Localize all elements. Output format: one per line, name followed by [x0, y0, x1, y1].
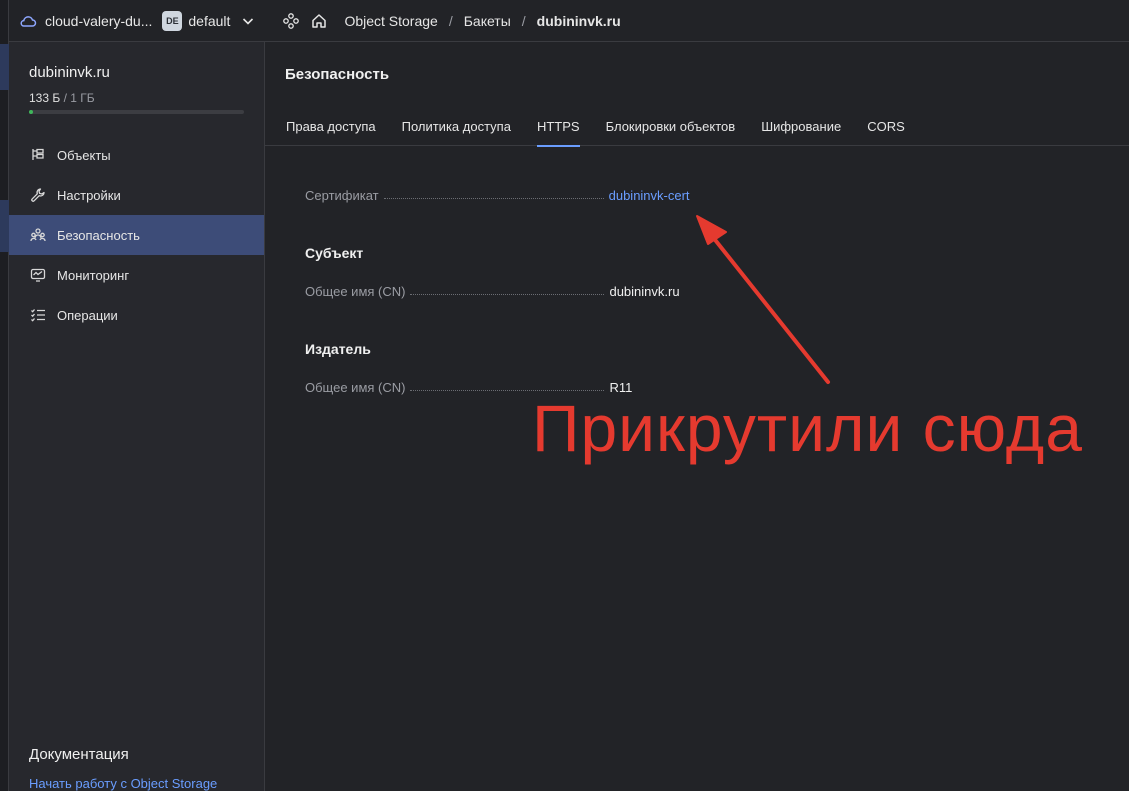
outer-nav-rail: [0, 0, 9, 791]
sidebar-item-objects[interactable]: Объекты: [9, 135, 264, 175]
subject-section-title: Субъект: [305, 245, 364, 261]
sidebar-item-label: Объекты: [57, 147, 111, 163]
tab-object-lock[interactable]: Блокировки объектов: [606, 106, 736, 146]
subject-cn-label: Общее имя (CN): [305, 284, 406, 299]
annotation-text: Прикрутили сюда: [532, 391, 1083, 465]
sidebar-item-settings[interactable]: Настройки: [9, 175, 264, 215]
folder-badge: DE: [162, 10, 183, 31]
sidebar-menu: Объекты Настройки Безопасность Мониторин…: [9, 135, 264, 335]
objects-icon: [32, 148, 44, 160]
leader-dots: [410, 294, 605, 295]
sidebar-item-monitoring[interactable]: Мониторинг: [9, 255, 264, 295]
usage-progress-bar: [29, 110, 244, 114]
breadcrumb: Object Storage / Бакеты / dubininvk.ru: [344, 13, 620, 29]
tab-access-policy[interactable]: Политика доступа: [402, 106, 511, 146]
wrench-icon: [31, 188, 45, 202]
home-icon[interactable]: [310, 12, 328, 30]
sidebar-item-security[interactable]: Безопасность: [9, 215, 264, 255]
chevron-down-icon[interactable]: [240, 13, 256, 29]
page-title: Безопасность: [285, 66, 390, 83]
services-icon[interactable]: [282, 12, 300, 30]
sidebar-item-label: Операции: [57, 307, 118, 323]
rail-marker: [0, 44, 9, 90]
issuer-cn-label: Общее имя (CN): [305, 380, 406, 395]
rail-marker: [0, 200, 9, 252]
usage-total: / 1 ГБ: [63, 91, 95, 105]
sidebar-item-label: Безопасность: [57, 227, 140, 243]
sidebar: dubininvk.ru 133 Б / 1 ГБ Объекты Настро…: [9, 42, 265, 791]
monitor-icon: [30, 268, 46, 282]
issuer-section-title: Издатель: [305, 341, 371, 357]
sidebar-item-label: Настройки: [57, 187, 121, 203]
tab-bar: Права доступа Политика доступа HTTPS Бло…: [265, 106, 1129, 147]
cloud-icon: [20, 15, 37, 27]
breadcrumb-buckets[interactable]: Бакеты: [464, 13, 511, 29]
tab-cors[interactable]: CORS: [867, 106, 905, 146]
bucket-name: dubininvk.ru: [29, 64, 110, 81]
docs-getting-started-link[interactable]: Начать работу с Object Storage: [29, 776, 217, 791]
breadcrumb-separator: /: [521, 12, 526, 29]
certificate-label: Сертификат: [305, 188, 379, 203]
storage-usage: 133 Б / 1 ГБ: [29, 91, 95, 105]
leader-dots: [383, 198, 604, 199]
sidebar-item-operations[interactable]: Операции: [9, 295, 264, 335]
usage-used: 133 Б: [29, 91, 61, 105]
subject-cn-value: dubininvk.ru: [609, 284, 680, 299]
cloud-selector[interactable]: cloud-valery-du...: [19, 12, 152, 30]
users-icon: [30, 228, 46, 242]
tab-access-rights[interactable]: Права доступа: [286, 106, 376, 146]
cloud-name: cloud-valery-du...: [45, 12, 153, 29]
top-bar: cloud-valery-du... DE default Object Sto…: [9, 0, 1129, 42]
breadcrumb-current-bucket: dubininvk.ru: [536, 12, 621, 29]
certificate-row: Сертификат dubininvk-cert: [305, 188, 705, 203]
breadcrumb-separator: /: [448, 12, 453, 29]
tab-https[interactable]: HTTPS: [536, 106, 580, 147]
list-check-icon: [31, 309, 45, 322]
docs-title: Документация: [29, 746, 129, 763]
certificate-link[interactable]: dubininvk-cert: [609, 188, 690, 203]
sidebar-item-label: Мониторинг: [57, 267, 130, 283]
usage-progress-fill: [29, 110, 34, 114]
tab-encryption[interactable]: Шифрование: [761, 106, 841, 146]
folder-name[interactable]: default: [188, 13, 230, 29]
subject-cn-row: Общее имя (CN) dubininvk.ru: [305, 284, 705, 299]
breadcrumb-object-storage[interactable]: Object Storage: [344, 13, 437, 29]
